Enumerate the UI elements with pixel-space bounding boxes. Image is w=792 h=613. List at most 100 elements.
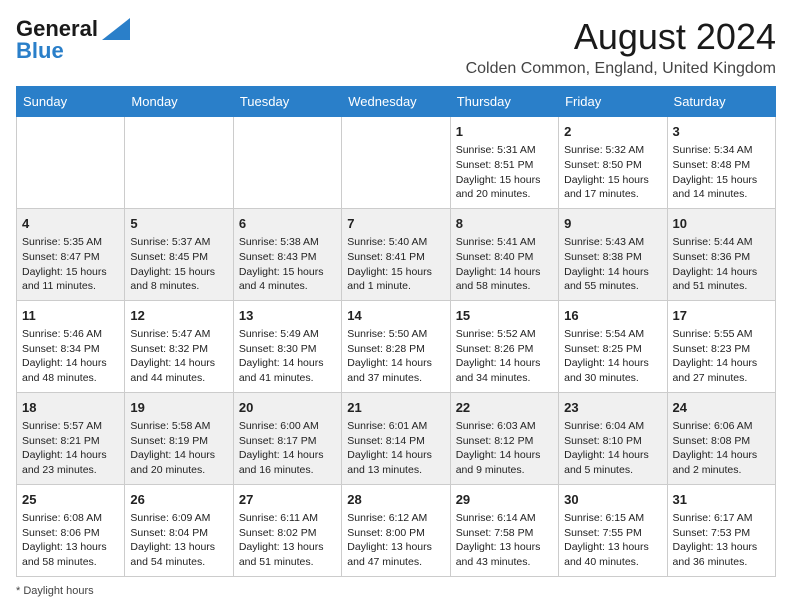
calendar-cell: 13 Sunrise: 5:49 AM Sunset: 8:30 PM Dayli… (233, 300, 341, 392)
day-info: Sunrise: 6:08 AM Sunset: 8:06 PM Dayligh… (22, 511, 119, 570)
day-number: 14 (347, 307, 444, 325)
calendar-cell (125, 117, 233, 209)
day-info: Sunrise: 5:43 AM Sunset: 8:38 PM Dayligh… (564, 235, 661, 294)
day-number: 6 (239, 215, 336, 233)
calendar-cell: 14Sunrise: 5:50 AM Sunset: 8:28 PM Dayli… (342, 300, 450, 392)
day-info: Sunrise: 5:35 AM Sunset: 8:47 PM Dayligh… (22, 235, 119, 294)
calendar-cell (17, 117, 125, 209)
calendar-cell: 17Sunrise: 5:55 AM Sunset: 8:23 PM Dayli… (667, 300, 775, 392)
title-area: August 2024 Colden Common, England, Unit… (466, 16, 776, 78)
calendar-cell: 18 Sunrise: 5:57 AM Sunset: 8:21 PM Dayli… (17, 392, 125, 484)
calendar-week-row: 4 Sunrise: 5:35 AM Sunset: 8:47 PM Daylig… (17, 208, 776, 300)
calendar-cell: 12 Sunrise: 5:47 AM Sunset: 8:32 PM Dayli… (125, 300, 233, 392)
logo-triangle-icon (102, 18, 130, 40)
day-number: 11 (22, 307, 119, 325)
day-info: Sunrise: 6:14 AM Sunset: 7:58 PM Dayligh… (456, 511, 553, 570)
calendar-cell: 9 Sunrise: 5:43 AM Sunset: 8:38 PM Daylig… (559, 208, 667, 300)
day-info: Sunrise: 5:44 AM Sunset: 8:36 PM Dayligh… (673, 235, 770, 294)
calendar-cell: 4 Sunrise: 5:35 AM Sunset: 8:47 PM Daylig… (17, 208, 125, 300)
day-number: 15 (456, 307, 553, 325)
weekday-header-wednesday: Wednesday (342, 87, 450, 117)
calendar-cell (342, 117, 450, 209)
day-number: 23 (564, 399, 661, 417)
day-number: 24 (673, 399, 770, 417)
day-number: 7 (347, 215, 444, 233)
day-info: Sunrise: 6:15 AM Sunset: 7:55 PM Dayligh… (564, 511, 661, 570)
day-number: 22 (456, 399, 553, 417)
calendar-cell: 8 Sunrise: 5:41 AM Sunset: 8:40 PM Daylig… (450, 208, 558, 300)
logo: General Blue (16, 16, 130, 64)
weekday-header-saturday: Saturday (667, 87, 775, 117)
calendar-cell: 29 Sunrise: 6:14 AM Sunset: 7:58 PM Dayli… (450, 484, 558, 576)
day-number: 10 (673, 215, 770, 233)
day-number: 16 (564, 307, 661, 325)
day-number: 28 (347, 491, 444, 509)
calendar-body: 1Sunrise: 5:31 AM Sunset: 8:51 PM Daylig… (17, 117, 776, 577)
day-info: Sunrise: 5:47 AM Sunset: 8:32 PM Dayligh… (130, 327, 227, 386)
day-number: 21 (347, 399, 444, 417)
calendar-cell: 23 Sunrise: 6:04 AM Sunset: 8:10 PM Dayli… (559, 392, 667, 484)
calendar-cell: 31 Sunrise: 6:17 AM Sunset: 7:53 PM Dayli… (667, 484, 775, 576)
day-number: 25 (22, 491, 119, 509)
day-info: Sunrise: 5:34 AM Sunset: 8:48 PM Dayligh… (673, 143, 770, 202)
calendar-cell: 28Sunrise: 6:12 AM Sunset: 8:00 PM Dayli… (342, 484, 450, 576)
day-info: Sunrise: 6:17 AM Sunset: 7:53 PM Dayligh… (673, 511, 770, 570)
calendar-cell: 21 Sunrise: 6:01 AM Sunset: 8:14 PM Dayli… (342, 392, 450, 484)
day-number: 26 (130, 491, 227, 509)
calendar-week-row: 1Sunrise: 5:31 AM Sunset: 8:51 PM Daylig… (17, 117, 776, 209)
day-info: Sunrise: 5:52 AM Sunset: 8:26 PM Dayligh… (456, 327, 553, 386)
day-info: Sunrise: 5:49 AM Sunset: 8:30 PM Dayligh… (239, 327, 336, 386)
calendar-cell: 15 Sunrise: 5:52 AM Sunset: 8:26 PM Dayli… (450, 300, 558, 392)
day-info: Sunrise: 5:55 AM Sunset: 8:23 PM Dayligh… (673, 327, 770, 386)
calendar-cell: 11Sunrise: 5:46 AM Sunset: 8:34 PM Dayli… (17, 300, 125, 392)
day-info: Sunrise: 5:40 AM Sunset: 8:41 PM Dayligh… (347, 235, 444, 294)
day-info: Sunrise: 6:06 AM Sunset: 8:08 PM Dayligh… (673, 419, 770, 478)
month-title: August 2024 (466, 16, 776, 58)
day-info: Sunrise: 5:58 AM Sunset: 8:19 PM Dayligh… (130, 419, 227, 478)
day-info: Sunrise: 6:03 AM Sunset: 8:12 PM Dayligh… (456, 419, 553, 478)
day-number: 29 (456, 491, 553, 509)
day-number: 13 (239, 307, 336, 325)
calendar-cell: 24 Sunrise: 6:06 AM Sunset: 8:08 PM Dayli… (667, 392, 775, 484)
calendar-cell (233, 117, 341, 209)
weekday-header-row: SundayMondayTuesdayWednesdayThursdayFrid… (17, 87, 776, 117)
day-info: Sunrise: 5:57 AM Sunset: 8:21 PM Dayligh… (22, 419, 119, 478)
day-number: 18 (22, 399, 119, 417)
day-info: Sunrise: 5:54 AM Sunset: 8:25 PM Dayligh… (564, 327, 661, 386)
weekday-header-sunday: Sunday (17, 87, 125, 117)
day-info: Sunrise: 5:37 AM Sunset: 8:45 PM Dayligh… (130, 235, 227, 294)
day-number: 1 (456, 123, 553, 141)
calendar-cell: 7 Sunrise: 5:40 AM Sunset: 8:41 PM Daylig… (342, 208, 450, 300)
day-info: Sunrise: 6:01 AM Sunset: 8:14 PM Dayligh… (347, 419, 444, 478)
day-info: Sunrise: 6:11 AM Sunset: 8:02 PM Dayligh… (239, 511, 336, 570)
day-info: Sunrise: 5:32 AM Sunset: 8:50 PM Dayligh… (564, 143, 661, 202)
weekday-header-thursday: Thursday (450, 87, 558, 117)
location-title: Colden Common, England, United Kingdom (466, 60, 776, 78)
calendar-cell: 20Sunrise: 6:00 AM Sunset: 8:17 PM Dayli… (233, 392, 341, 484)
calendar-cell: 26Sunrise: 6:09 AM Sunset: 8:04 PM Dayli… (125, 484, 233, 576)
day-number: 20 (239, 399, 336, 417)
day-number: 3 (673, 123, 770, 141)
header: General Blue August 2024 Colden Common, … (16, 16, 776, 78)
calendar-cell: 10 Sunrise: 5:44 AM Sunset: 8:36 PM Dayli… (667, 208, 775, 300)
day-info: Sunrise: 5:41 AM Sunset: 8:40 PM Dayligh… (456, 235, 553, 294)
day-number: 4 (22, 215, 119, 233)
calendar-cell: 22 Sunrise: 6:03 AM Sunset: 8:12 PM Dayli… (450, 392, 558, 484)
day-info: Sunrise: 5:38 AM Sunset: 8:43 PM Dayligh… (239, 235, 336, 294)
day-number: 9 (564, 215, 661, 233)
day-number: 8 (456, 215, 553, 233)
day-info: Sunrise: 6:04 AM Sunset: 8:10 PM Dayligh… (564, 419, 661, 478)
calendar-header: SundayMondayTuesdayWednesdayThursdayFrid… (17, 87, 776, 117)
calendar-cell: 1Sunrise: 5:31 AM Sunset: 8:51 PM Daylig… (450, 117, 558, 209)
calendar-cell: 25 Sunrise: 6:08 AM Sunset: 8:06 PM Dayli… (17, 484, 125, 576)
day-number: 12 (130, 307, 227, 325)
weekday-header-friday: Friday (559, 87, 667, 117)
daylight-label: Daylight hours (23, 585, 93, 597)
day-number: 2 (564, 123, 661, 141)
calendar-cell: 6 Sunrise: 5:38 AM Sunset: 8:43 PM Daylig… (233, 208, 341, 300)
footer-note: * Daylight hours (16, 585, 776, 597)
calendar-cell: 16 Sunrise: 5:54 AM Sunset: 8:25 PM Dayli… (559, 300, 667, 392)
day-number: 31 (673, 491, 770, 509)
calendar-week-row: 18 Sunrise: 5:57 AM Sunset: 8:21 PM Dayli… (17, 392, 776, 484)
calendar-cell: 5Sunrise: 5:37 AM Sunset: 8:45 PM Daylig… (125, 208, 233, 300)
